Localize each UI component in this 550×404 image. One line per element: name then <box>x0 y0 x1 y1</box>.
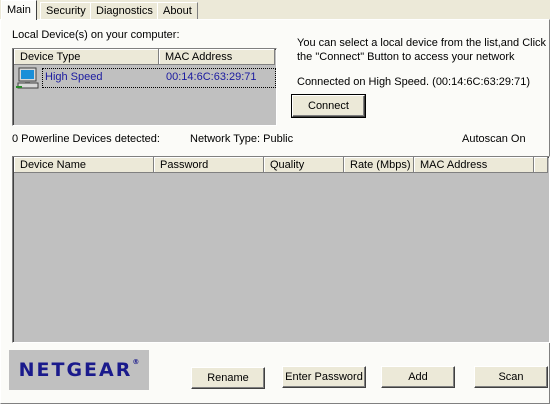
tab-about[interactable]: About <box>157 2 198 19</box>
column-header-device-type[interactable]: Device Type <box>14 49 159 65</box>
local-device-row[interactable]: High Speed 00:14:6C:63:29:71 <box>14 66 276 89</box>
scan-button[interactable]: Scan <box>474 366 548 388</box>
device-type-cell: High Speed <box>45 71 103 83</box>
instructions-line-1: You can select a local device from the l… <box>297 37 547 49</box>
column-header-filler <box>534 157 548 173</box>
column-header-password[interactable]: Password <box>154 157 264 173</box>
column-header-quality[interactable]: Quality <box>264 157 344 173</box>
rename-button[interactable]: Rename <box>191 367 265 389</box>
logo-text: NETGEAR <box>18 359 133 381</box>
column-header-mac-address[interactable]: MAC Address <box>414 157 534 173</box>
netgear-logo: NETGEAR® <box>9 350 149 390</box>
local-devices-label: Local Device(s) on your computer: <box>12 29 180 41</box>
network-type-text: Network Type: Public <box>190 133 294 145</box>
tab-strip: Main Security Diagnostics About <box>0 0 550 20</box>
enter-password-button[interactable]: Enter Password <box>282 366 366 388</box>
computer-icon <box>16 67 39 89</box>
column-header-rate[interactable]: Rate (Mbps) <box>344 157 414 173</box>
registered-mark: ® <box>132 358 140 366</box>
tab-security[interactable]: Security <box>40 2 92 19</box>
add-button[interactable]: Add <box>381 366 455 388</box>
powerline-devices-table[interactable]: Device Name Password Quality Rate (Mbps)… <box>12 156 550 343</box>
tab-diagnostics[interactable]: Diagnostics <box>90 2 159 19</box>
connect-button[interactable]: Connect <box>291 94 366 118</box>
tab-main[interactable]: Main <box>1 0 37 20</box>
mac-address-cell: 00:14:6C:63:29:71 <box>166 71 257 83</box>
local-devices-list[interactable]: Device Type MAC Address High Speed 00:14… <box>12 48 277 126</box>
autoscan-status: Autoscan On <box>462 133 526 145</box>
connection-status: Connected on High Speed. (00:14:6C:63:29… <box>297 76 530 88</box>
instructions-text: You can select a local device from the l… <box>297 36 547 64</box>
column-header-mac-address[interactable]: MAC Address <box>159 49 275 65</box>
instructions-line-2: the "Connect" Button to access your netw… <box>297 51 515 63</box>
column-header-device-name[interactable]: Device Name <box>14 157 154 173</box>
devices-detected-text: 0 Powerline Devices detected: <box>12 133 160 145</box>
